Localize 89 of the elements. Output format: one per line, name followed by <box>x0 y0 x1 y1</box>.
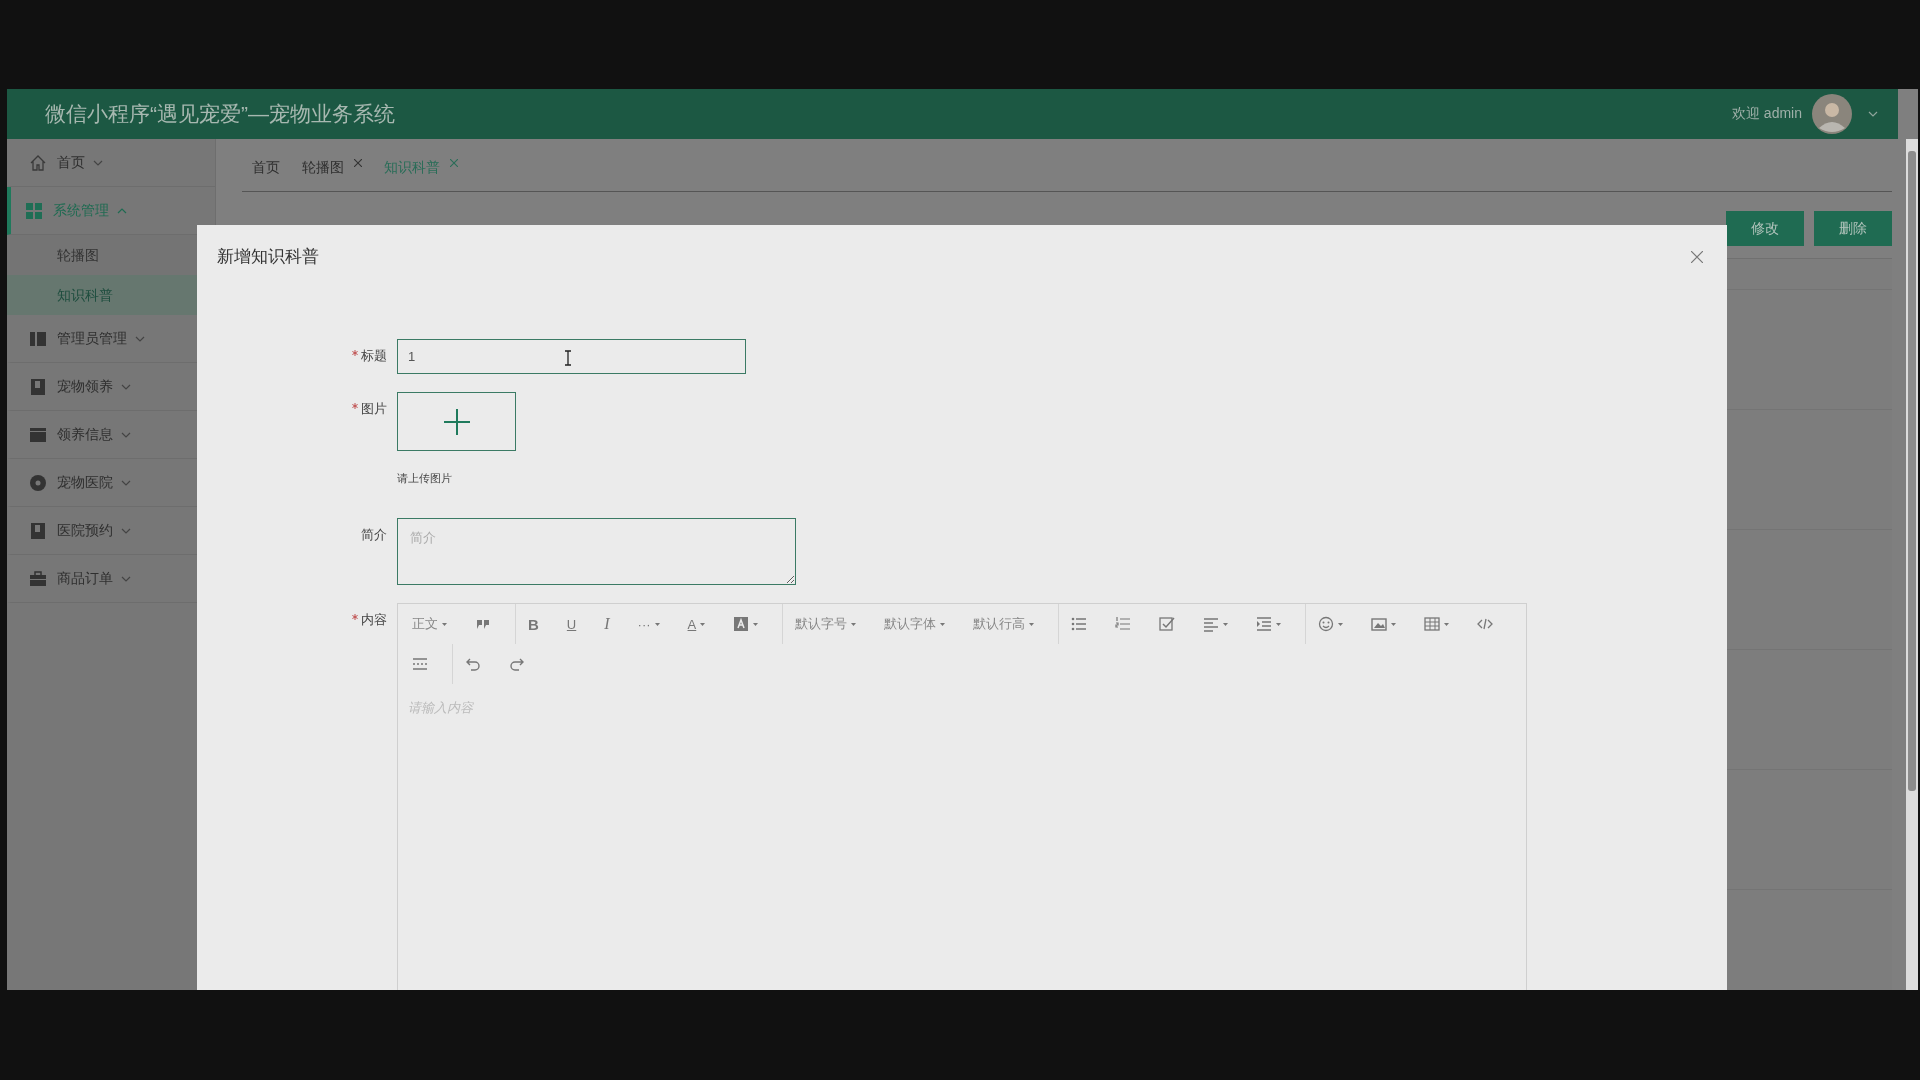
toolbar-button[interactable]: A <box>679 609 714 639</box>
upload-box[interactable] <box>397 392 516 451</box>
welcome-text: 欢迎 admin <box>1731 105 1802 123</box>
caret-icon <box>753 622 759 626</box>
indent-icon <box>1256 616 1273 632</box>
action-button[interactable]: 修改 <box>1726 211 1804 246</box>
caret-icon <box>1338 622 1344 626</box>
scrollbar[interactable] <box>1906 139 1918 990</box>
table-icon <box>1424 616 1441 632</box>
caret-icon <box>1391 622 1397 626</box>
divider-icon <box>412 656 428 672</box>
menu-label: 系统管理 <box>53 201 109 220</box>
menu-label: 医院预约 <box>57 521 113 540</box>
sidebar-item[interactable]: 首页 <box>7 139 215 187</box>
emoji-icon <box>1318 616 1335 632</box>
field-label: 图片 <box>361 400 387 418</box>
caret-icon <box>1223 622 1229 626</box>
caret-down-icon <box>121 479 131 486</box>
bookmark-icon <box>29 521 47 540</box>
numbered-list-icon <box>1115 616 1132 632</box>
toolbar-dropdown[interactable]: 默认字号 <box>787 609 865 639</box>
caret-down-icon <box>121 575 131 582</box>
disc-icon <box>29 473 47 492</box>
caret-icon <box>851 622 857 626</box>
menu-label: 管理员管理 <box>57 329 127 348</box>
checkbox-icon <box>1159 616 1176 632</box>
app-title: 微信小程序“遇见宠爱”—宠物业务系统 <box>45 101 395 127</box>
close-icon <box>354 159 362 167</box>
required-mark-icon <box>352 614 358 620</box>
toolbar-dropdown[interactable]: 默认行高 <box>965 609 1043 639</box>
bullet-list-icon <box>1071 616 1088 632</box>
columns-icon <box>29 329 47 348</box>
toolbar-button[interactable]: I <box>596 609 618 639</box>
caret-down-icon <box>93 159 103 166</box>
tab[interactable]: 首页 <box>252 153 280 177</box>
undo-icon <box>465 656 481 672</box>
highlight-icon <box>733 616 750 632</box>
tab-label: 知识科普 <box>384 159 440 177</box>
menu-label: 宠物领养 <box>57 377 113 396</box>
caret-down-icon <box>121 431 131 438</box>
text-area[interactable]: 简介 <box>397 518 796 585</box>
tab[interactable]: 轮播图 <box>302 153 362 177</box>
field-label: 简介 <box>361 526 387 544</box>
grid-icon <box>25 201 43 220</box>
image-icon <box>1371 616 1388 632</box>
caret-down-icon <box>121 527 131 534</box>
avatar-icon <box>1812 94 1852 134</box>
caret-icon <box>700 622 706 626</box>
scroll-thumb[interactable] <box>1908 151 1916 791</box>
caret-icon <box>1029 622 1035 626</box>
code-icon <box>1477 616 1494 632</box>
menu-label: 领养信息 <box>57 425 113 444</box>
field-label: 内容 <box>361 611 387 629</box>
toolbar-dropdown[interactable]: 正文 <box>404 609 455 639</box>
bookmark-icon <box>29 377 47 396</box>
required-mark-icon <box>352 403 358 409</box>
menu-label: 商品订单 <box>57 569 113 588</box>
caret-icon <box>1444 622 1450 626</box>
required-mark-icon <box>352 350 358 356</box>
text-cursor-icon <box>564 350 572 366</box>
action-button[interactable]: 删除 <box>1814 211 1892 246</box>
menu-label: 首页 <box>57 153 85 172</box>
align-icon <box>1203 616 1220 632</box>
toolbar-dropdown[interactable]: 默认字体 <box>876 609 954 639</box>
toolbar-button[interactable]: B <box>520 609 547 639</box>
caret-icon <box>442 622 447 626</box>
tab-label: 首页 <box>252 159 280 177</box>
redo-icon <box>509 656 525 672</box>
dialog-title: 新增知识科普 <box>217 246 319 268</box>
plus-icon <box>443 408 470 435</box>
close-icon <box>1691 250 1703 263</box>
toolbar-button[interactable]: ··· <box>629 609 668 639</box>
home-icon <box>29 153 47 172</box>
field-label: 标题 <box>361 347 387 365</box>
close-icon <box>450 159 458 167</box>
upload-hint: 请上传图片 <box>397 471 453 486</box>
caret-icon <box>654 622 660 626</box>
caret-down-icon <box>135 335 145 342</box>
caret-down-icon <box>121 383 131 390</box>
caret-icon <box>1868 111 1878 117</box>
briefcase-icon <box>29 569 47 588</box>
caret-icon <box>940 622 946 626</box>
menu-label: 宠物医院 <box>57 473 113 492</box>
toolbar-button[interactable]: U <box>558 609 585 639</box>
caret-up-icon <box>117 207 127 214</box>
input-field[interactable]: 1 <box>397 339 746 374</box>
tab-label: 轮播图 <box>302 159 344 177</box>
caret-icon <box>1276 622 1282 626</box>
card-icon <box>29 425 47 444</box>
